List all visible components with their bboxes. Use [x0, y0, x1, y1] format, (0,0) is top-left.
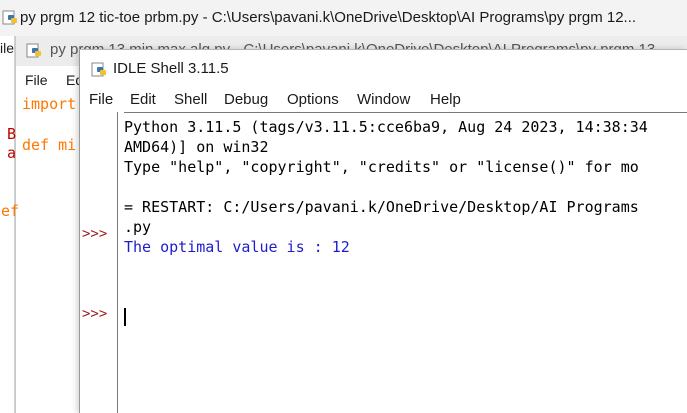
text-cursor	[124, 308, 126, 326]
title-fragment: ile	[0, 40, 15, 56]
prompt-gutter: >>> >>>	[80, 112, 118, 413]
python-file-icon	[26, 43, 41, 58]
shell-line: Python 3.11.5 (tags/v3.11.5:cce6ba9, Aug…	[124, 118, 648, 136]
title-bar-idle-shell[interactable]: IDLE Shell 3.11.5	[80, 50, 687, 88]
code-fragment-b: B	[7, 125, 17, 143]
shell-text-area[interactable]: Python 3.11.5 (tags/v3.11.5:cce6ba9, Aug…	[124, 112, 687, 413]
code-def-line: def mi	[22, 136, 77, 154]
menu-shell[interactable]: Shell	[174, 91, 207, 108]
python-file-icon	[2, 10, 17, 25]
shell-line: Type "help", "copyright", "credits" or "…	[124, 158, 639, 176]
shell-line: .py	[124, 218, 152, 236]
menu-bar: File Edit Shell Debug Options Window Hel…	[80, 88, 687, 112]
code-def: def mi	[22, 136, 76, 154]
prompt-marker: >>>	[82, 226, 108, 242]
title-bar-tic-toe[interactable]: py prgm 12 tic-toe prbm.py - C:\Users\pa…	[0, 0, 687, 36]
code-fragment-ef: ef	[1, 202, 20, 220]
code-import: import	[22, 95, 77, 113]
window-title: IDLE Shell 3.11.5	[113, 60, 229, 77]
menu-options[interactable]: Options	[287, 91, 339, 108]
window-title: py prgm 12 tic-toe prbm.py - C:\Users\pa…	[20, 9, 637, 26]
menu-file[interactable]: File	[89, 91, 113, 108]
window-idle-shell: IDLE Shell 3.11.5 File Edit Shell Debug …	[79, 49, 687, 413]
menu-edit[interactable]: Edit	[130, 91, 156, 108]
shell-line: AMD64)] on win32	[124, 138, 269, 156]
code-fragment-a: a	[7, 144, 17, 162]
idle-icon	[91, 62, 106, 77]
prompt-marker: >>>	[82, 306, 108, 322]
menu-debug[interactable]: Debug	[224, 91, 268, 108]
menu-window[interactable]: Window	[357, 91, 410, 108]
menu-help[interactable]: Help	[430, 91, 461, 108]
shell-line: = RESTART: C:/Users/pavani.k/OneDrive/De…	[124, 198, 639, 216]
program-output: The optimal value is : 12	[124, 238, 350, 256]
editor-area: ile	[0, 36, 15, 413]
menu-file[interactable]: File	[25, 72, 48, 88]
